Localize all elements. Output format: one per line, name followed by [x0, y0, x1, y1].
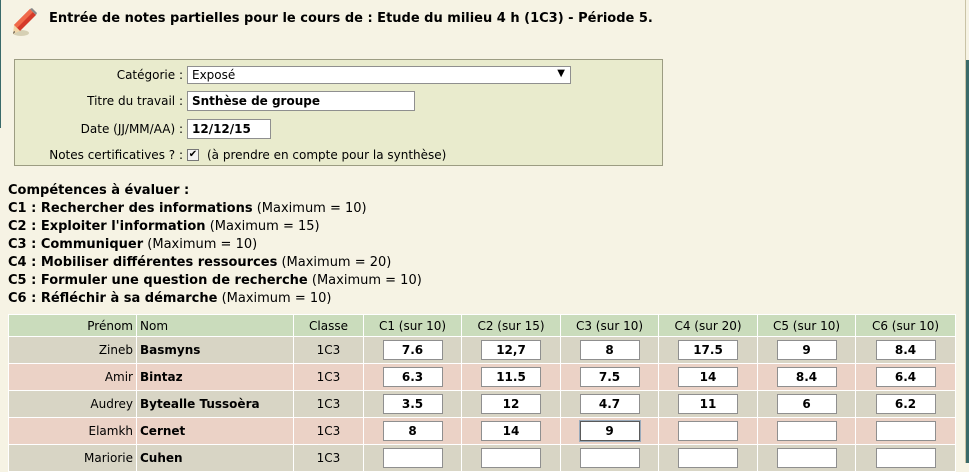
competence-item: C1 : Rechercher des informations (Maximu… — [8, 201, 367, 216]
nom-cell: Cuhen — [136, 444, 294, 472]
competence-item: C5 : Formuler une question de recherche … — [8, 273, 422, 288]
table-header-row: Prénom Nom Classe C1 (sur 10) C2 (sur 15… — [8, 314, 956, 337]
score-input-c4[interactable] — [678, 421, 738, 441]
prenom-cell: Audrey — [8, 390, 137, 418]
certif-label: Notes certificatives ? : — [49, 148, 183, 162]
competence-item: C2 : Exploiter l'information (Maximum = … — [8, 219, 320, 234]
prenom-cell: Elamkh — [8, 417, 137, 445]
table-row: Zineb Basmyns 1C3 7.6 12,7 8 17.5 9 8.4 — [8, 336, 956, 364]
categorie-row: Catégorie : Exposé ▼ — [15, 64, 571, 86]
col-header-prenom: Prénom — [8, 314, 137, 337]
chevron-down-icon: ▼ — [557, 68, 565, 79]
competences-section: Compétences à évaluer : C1 : Rechercher … — [8, 182, 422, 308]
score-input-c6[interactable] — [875, 421, 936, 441]
score-input-c3[interactable]: 4.7 — [579, 394, 640, 414]
score-input-c2[interactable] — [481, 448, 541, 468]
categorie-value: Exposé — [192, 68, 236, 82]
nom-cell: Bintaz — [136, 363, 294, 391]
certif-row: Notes certificatives ? : ✔ (à prendre en… — [15, 144, 446, 166]
date-row: Date (JJ/MM/AA) : 12/12/15 — [15, 118, 271, 140]
page-title: Entrée de notes partielles pour le cours… — [49, 11, 653, 26]
score-input-c3[interactable]: 7.5 — [579, 367, 640, 387]
classe-cell: 1C3 — [293, 444, 364, 472]
col-header-c2: C2 (sur 15) — [461, 314, 561, 337]
score-input-c5[interactable] — [776, 448, 837, 468]
col-header-c1: C1 (sur 10) — [363, 314, 462, 337]
score-input-c2[interactable]: 12,7 — [481, 340, 541, 360]
score-input-c5[interactable]: 8.4 — [776, 367, 837, 387]
date-input[interactable]: 12/12/15 — [187, 119, 271, 139]
competence-item: C3 : Communiquer (Maximum = 10) — [8, 237, 258, 252]
score-input-c2[interactable]: 11.5 — [481, 367, 541, 387]
score-input-c5[interactable] — [776, 421, 837, 441]
form-panel: Catégorie : Exposé ▼ Titre du travail : … — [14, 59, 663, 166]
pencil-edit-icon — [13, 8, 37, 36]
score-input-c4[interactable]: 11 — [678, 394, 738, 414]
competences-heading: Compétences à évaluer : — [8, 183, 190, 198]
col-header-c5: C5 (sur 10) — [757, 314, 856, 337]
score-input-c4[interactable] — [678, 448, 738, 468]
nom-cell: Basmyns — [136, 336, 294, 364]
table-row: Elamkh Cernet 1C3 8 14 9 — [8, 417, 956, 445]
certif-note: (à prendre en compte pour la synthèse) — [207, 148, 447, 162]
score-input-c3[interactable] — [579, 448, 640, 468]
score-input-c1[interactable]: 8 — [382, 421, 443, 441]
grades-table: Prénom Nom Classe C1 (sur 10) C2 (sur 15… — [8, 314, 956, 472]
categorie-label: Catégorie : — [116, 68, 183, 82]
table-row: Amir Bintaz 1C3 6.3 11.5 7.5 14 8.4 6.4 — [8, 363, 956, 391]
score-input-c4[interactable]: 14 — [678, 367, 738, 387]
col-header-c6: C6 (sur 10) — [855, 314, 956, 337]
left-frame-border — [0, 0, 1, 128]
score-input-c6[interactable]: 6.4 — [875, 367, 936, 387]
score-input-c5[interactable]: 6 — [776, 394, 837, 414]
score-input-c6[interactable]: 6.2 — [875, 394, 936, 414]
score-input-c1[interactable]: 6.3 — [382, 367, 443, 387]
prenom-cell: Mariorie — [8, 444, 137, 472]
certif-checkbox[interactable]: ✔ — [187, 149, 199, 161]
score-input-c6[interactable] — [875, 448, 936, 468]
score-input-c2[interactable]: 14 — [481, 421, 541, 441]
checkmark-icon: ✔ — [188, 149, 198, 160]
titre-label: Titre du travail : — [87, 94, 183, 108]
nom-cell: Bytealle Tussoèra — [136, 390, 294, 418]
col-header-c3: C3 (sur 10) — [560, 314, 659, 337]
prenom-cell: Amir — [8, 363, 137, 391]
table-row: Audrey Bytealle Tussoèra 1C3 3.5 12 4.7 … — [8, 390, 956, 418]
titre-row: Titre du travail : Snthèse de groupe — [15, 90, 415, 112]
score-input-c1[interactable] — [382, 448, 443, 468]
competence-item: C6 : Réfléchir à sa démarche (Maximum = … — [8, 291, 332, 306]
score-input-c3[interactable]: 8 — [579, 340, 640, 360]
score-input-c5[interactable]: 9 — [776, 340, 837, 360]
classe-cell: 1C3 — [293, 363, 364, 391]
header — [10, 6, 38, 40]
classe-cell: 1C3 — [293, 336, 364, 364]
score-input-c6[interactable]: 8.4 — [875, 340, 936, 360]
score-input-c1[interactable]: 7.6 — [382, 340, 443, 360]
titre-input[interactable]: Snthèse de groupe — [187, 91, 415, 111]
col-header-nom: Nom — [136, 314, 294, 337]
score-input-c3[interactable]: 9 — [579, 421, 640, 441]
table-row: Mariorie Cuhen 1C3 — [8, 444, 956, 472]
col-header-c4: C4 (sur 20) — [658, 314, 758, 337]
score-input-c2[interactable]: 12 — [481, 394, 541, 414]
score-input-c4[interactable]: 17.5 — [678, 340, 738, 360]
score-input-c1[interactable]: 3.5 — [382, 394, 443, 414]
nom-cell: Cernet — [136, 417, 294, 445]
col-header-classe: Classe — [293, 314, 364, 337]
categorie-select[interactable]: Exposé ▼ — [187, 66, 571, 84]
classe-cell: 1C3 — [293, 390, 364, 418]
date-label: Date (JJ/MM/AA) : — [80, 122, 183, 136]
prenom-cell: Zineb — [8, 336, 137, 364]
competence-item: C4 : Mobiliser différentes ressources (M… — [8, 255, 392, 270]
classe-cell: 1C3 — [293, 417, 364, 445]
